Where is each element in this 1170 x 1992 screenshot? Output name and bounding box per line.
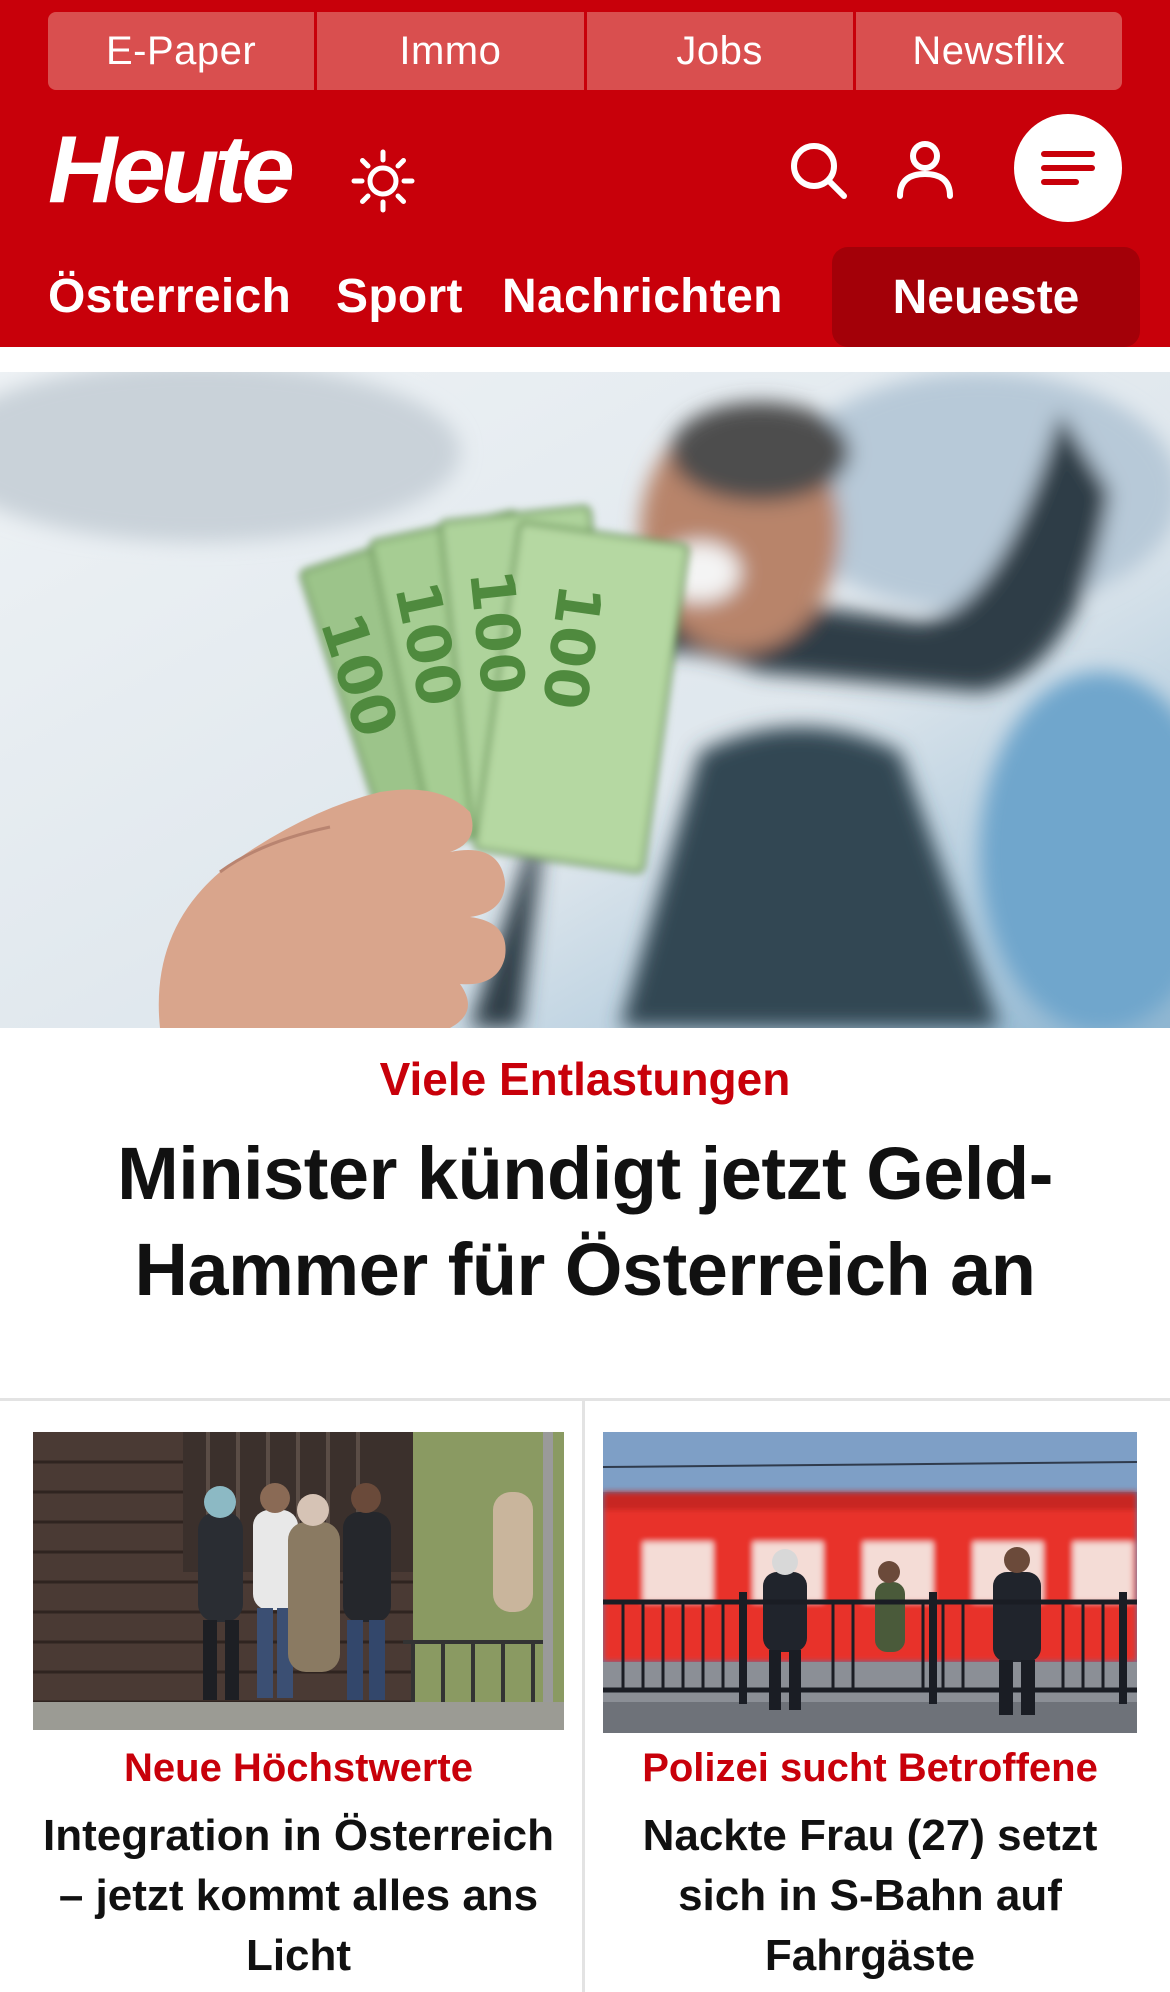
teaser-illustration xyxy=(33,1432,564,1730)
user-icon[interactable] xyxy=(892,136,958,202)
hero-image[interactable]: 100 100 100 100 xyxy=(0,372,1170,1028)
hero-illustration: 100 100 100 100 xyxy=(0,372,1170,1028)
search-icon[interactable] xyxy=(786,138,852,204)
top-link-newsflix[interactable]: Newsflix xyxy=(855,12,1122,90)
teaser-kicker[interactable]: Polizei sucht Betroffene xyxy=(603,1746,1137,1791)
top-link-jobs[interactable]: Jobs xyxy=(586,12,853,90)
teaser-image-integration[interactable] xyxy=(33,1432,564,1730)
main-nav: Österreich Sport Nachrichten Neueste xyxy=(0,247,1170,347)
nav-item-oesterreich[interactable]: Österreich xyxy=(48,269,291,324)
sun-icon[interactable] xyxy=(350,148,416,214)
top-link-immo[interactable]: Immo xyxy=(317,12,584,90)
teaser-image-sbahn[interactable] xyxy=(603,1432,1137,1733)
nav-item-sport[interactable]: Sport xyxy=(336,269,463,324)
top-links-bar: E-Paper Immo Jobs Newsflix xyxy=(48,12,1122,90)
menu-icon xyxy=(1041,151,1095,185)
teaser-title[interactable]: Nackte Frau (27) setzt sich in S-Bahn au… xyxy=(603,1806,1137,1986)
nav-item-neueste[interactable]: Neueste xyxy=(832,247,1140,347)
banknote-label: 100 xyxy=(455,566,538,698)
menu-button[interactable] xyxy=(1014,114,1122,222)
site-header: E-Paper Immo Jobs Newsflix Heute Österre… xyxy=(0,0,1170,347)
teaser-illustration xyxy=(603,1432,1137,1733)
divider xyxy=(0,1398,1170,1401)
hero-title[interactable]: Minister kündigt jetzt Geld-Hammer für Ö… xyxy=(70,1126,1100,1318)
teaser-kicker[interactable]: Neue Höchstwerte xyxy=(33,1746,564,1791)
teaser-title[interactable]: Integration in Österreich – jetzt kommt … xyxy=(33,1806,564,1986)
nav-item-nachrichten[interactable]: Nachrichten xyxy=(502,269,783,324)
top-link-epaper[interactable]: E-Paper xyxy=(48,12,315,90)
hero-kicker[interactable]: Viele Entlastungen xyxy=(0,1052,1170,1106)
heute-logo[interactable]: Heute xyxy=(48,122,295,218)
divider xyxy=(582,1401,585,1992)
